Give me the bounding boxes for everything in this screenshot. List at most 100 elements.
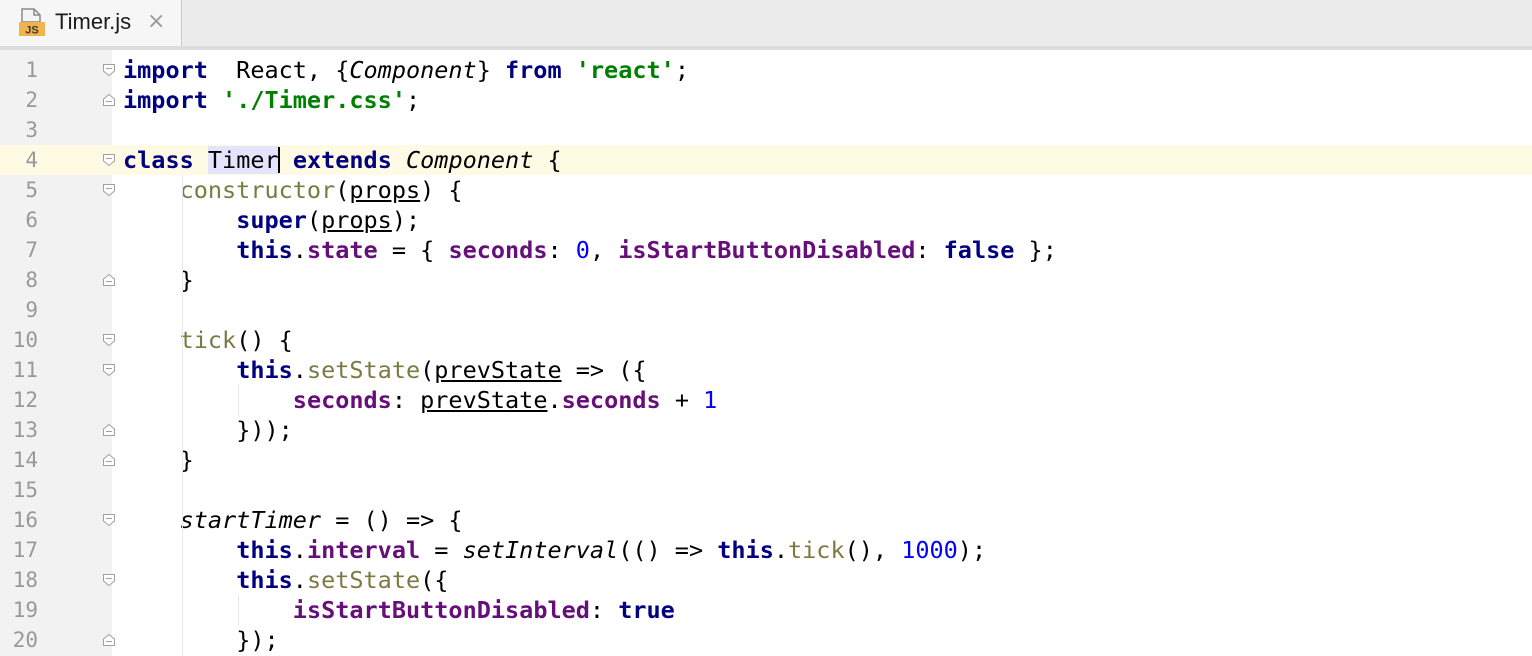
code-line[interactable]: 1 import React, {Component} from 'react'; [0,55,1532,85]
code-token: from [505,56,562,84]
code-token: this [236,356,293,384]
code-token: this [717,536,774,564]
code-token: seconds [561,386,661,414]
code-line[interactable]: 16 startTimer = () => { [0,505,1532,535]
code-token: : [589,596,619,624]
code-text: seconds: prevState.seconds + 1 [293,385,718,415]
code-token: = [420,536,463,564]
code-token: this [236,566,293,594]
code-line[interactable]: 11 this.setState(prevState => ({ [0,355,1532,385]
code-token: isStartButtonDisabled [618,236,916,264]
code-text: startTimer = () => { [180,505,463,535]
code-token: ; [674,56,689,84]
code-token: ( [420,356,435,384]
code-line[interactable]: 19 isStartButtonDisabled: true [0,595,1532,625]
code-line[interactable]: 10 tick() { [0,325,1532,355]
code-token: : [915,236,944,264]
fold-end-icon[interactable] [102,423,116,437]
fold-open-icon[interactable] [102,153,116,167]
code-token: , [589,236,619,264]
code-line[interactable]: 18 this.setState({ [0,565,1532,595]
code-token: })); [236,416,293,444]
code-token: interval [306,536,421,564]
editor-tab-bar: JS Timer.js × [0,0,1532,47]
code-token: ({ [420,566,449,594]
line-number: 5 [25,178,38,202]
line-number: 6 [25,208,38,232]
code-token: ; [405,86,421,114]
fold-open-icon[interactable] [102,63,116,77]
code-token: { [533,146,562,174]
line-number: 13 [12,418,38,442]
code-text: }); [236,625,278,655]
code-token: isStartButtonDisabled [292,596,590,624]
fold-open-icon[interactable] [102,363,116,377]
code-token: (() => [618,536,718,564]
code-token: this [236,536,293,564]
code-token: true [618,596,675,624]
line-number: 15 [12,478,38,502]
code-line[interactable]: 17 this.interval = setInterval(() => this… [0,535,1532,565]
fold-end-icon[interactable] [102,453,116,467]
code-line[interactable]: 3 [0,115,1532,145]
code-text: constructor(props) { [180,175,463,205]
code-token: : [547,236,576,264]
code-line[interactable]: 5 constructor(props) { [0,175,1532,205]
code-token: }; [1014,236,1057,264]
code-line[interactable]: 14} [0,445,1532,475]
code-editor[interactable]: 1 import React, {Component} from 'react';… [0,50,1532,656]
code-token: this [236,236,293,264]
line-number: 10 [12,328,38,352]
fold-end-icon[interactable] [102,93,116,107]
line-number: 3 [25,118,38,142]
code-token: + [660,386,704,414]
fold-open-icon[interactable] [102,513,116,527]
code-token: } [476,56,506,84]
indent-guide [238,385,240,415]
code-token: 'react' [575,56,675,84]
code-token: class [123,146,194,174]
fold-end-icon[interactable] [102,273,116,287]
code-line[interactable]: 12 seconds: prevState.seconds + 1 [0,385,1532,415]
line-number: 8 [25,268,38,292]
line-number: 7 [25,238,38,262]
code-text: this.interval = setInterval(() => this.t… [236,535,986,565]
close-tab-icon[interactable]: × [147,8,165,36]
fold-open-icon[interactable] [102,183,116,197]
tab-title: Timer.js [55,9,132,34]
code-token: 0 [575,236,590,264]
code-token: tick [179,326,237,354]
line-number: 2 [25,88,38,112]
fold-open-icon[interactable] [102,333,116,347]
fold-end-icon[interactable] [102,633,116,647]
code-token: startTimer [179,506,322,534]
code-token: import [123,86,208,114]
code-token: => ({ [561,356,647,384]
code-token: () { [236,326,293,354]
code-token: (), [844,536,902,564]
code-line[interactable]: 20}); [0,625,1532,655]
code-line[interactable]: 2 import './Timer.css'; [0,85,1532,115]
indent-guide [181,175,183,655]
code-token: tick [788,536,845,564]
fold-open-icon[interactable] [102,573,116,587]
code-line[interactable]: 6 super(props); [0,205,1532,235]
code-line[interactable]: 13})); [0,415,1532,445]
line-number: 18 [12,568,38,592]
line-number: 14 [12,448,38,472]
code-line[interactable]: 9 [0,295,1532,325]
line-number: 17 [12,538,38,562]
code-text: isStartButtonDisabled: true [293,595,675,625]
code-line[interactable]: 8} [0,265,1532,295]
code-line[interactable]: 4 class Timer extends Component { [0,145,1532,175]
code-text: this.setState({ [236,565,448,595]
tab-timer-js[interactable]: JS Timer.js × [0,0,182,46]
code-token: import [123,56,208,84]
code-line[interactable]: 7 this.state = { seconds: 0, isStartButto… [0,235,1532,265]
code-line[interactable]: 15 [0,475,1532,505]
code-text: tick() { [180,325,293,355]
code-token: false [943,236,1015,264]
